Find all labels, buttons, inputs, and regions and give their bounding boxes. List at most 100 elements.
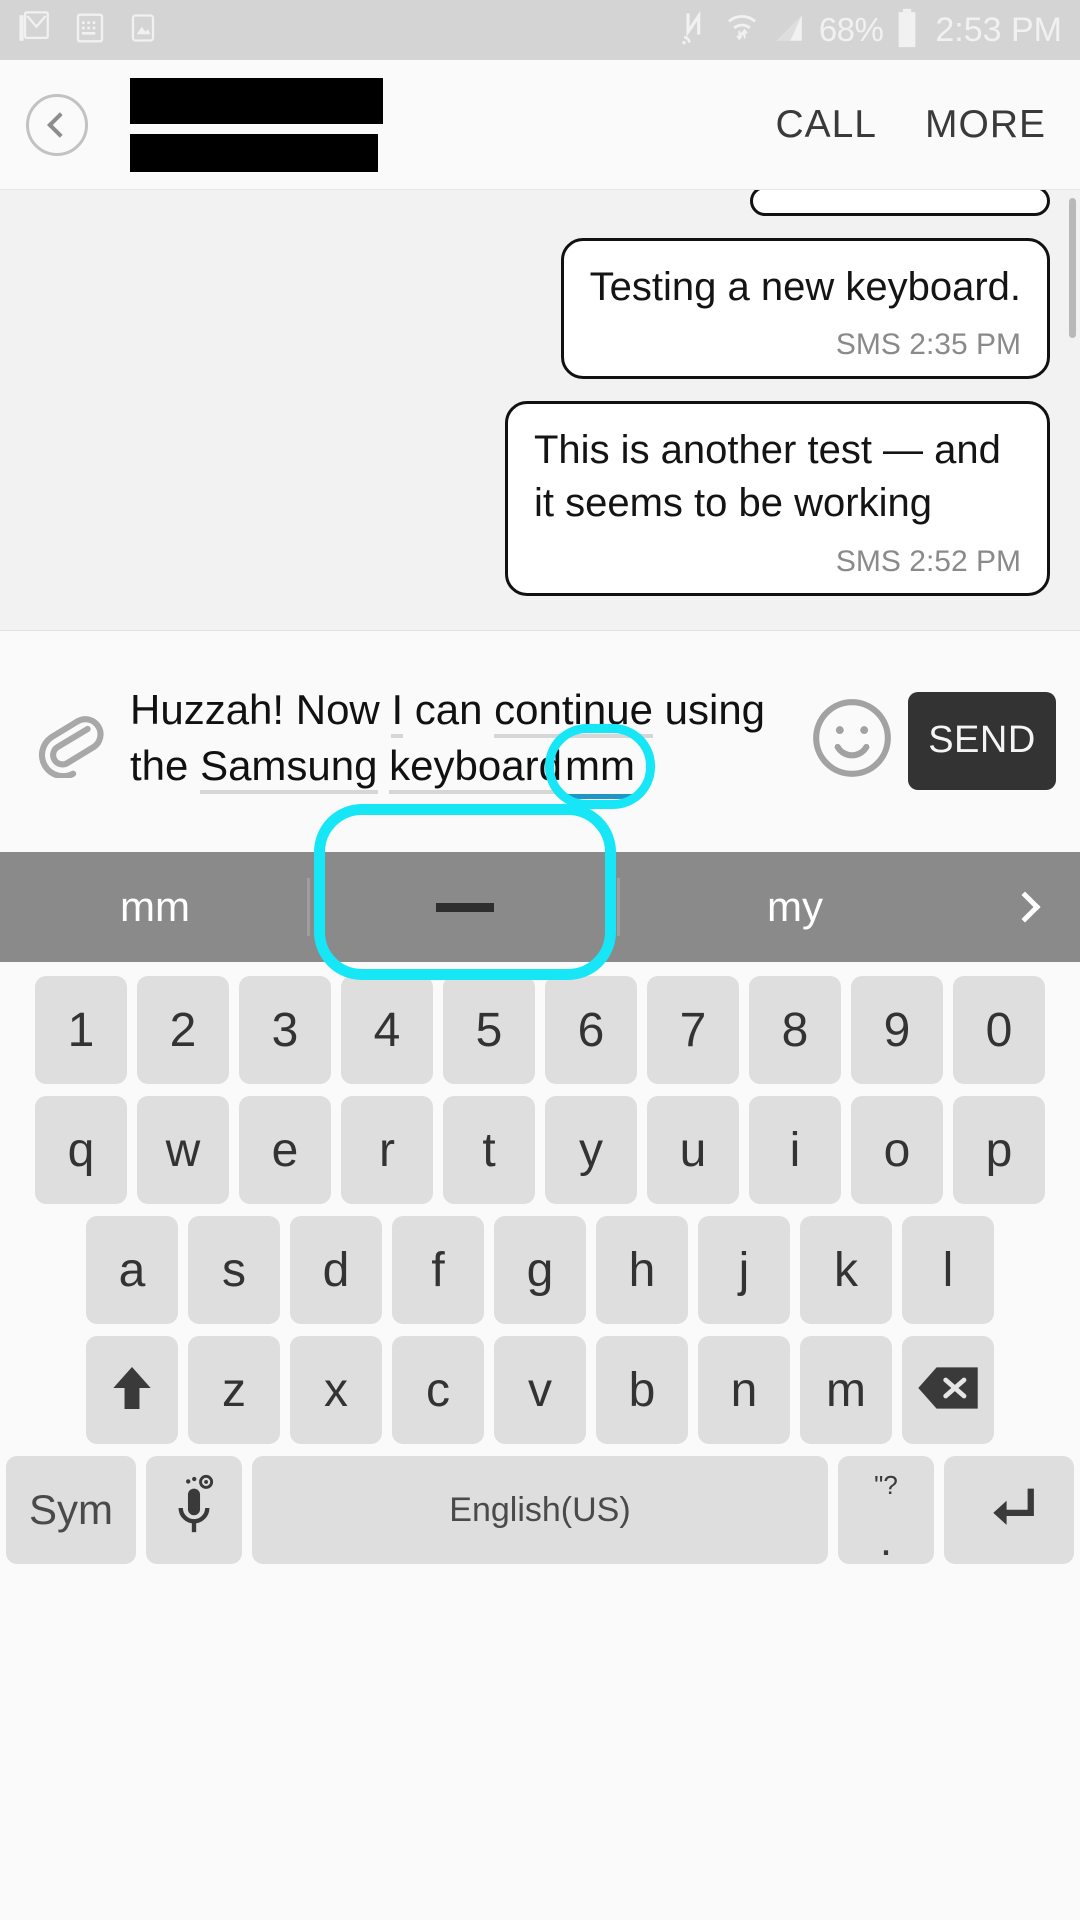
nfc-icon [680,9,712,52]
key-h[interactable]: h [596,1216,688,1324]
symbols-key-label: Sym [29,1486,113,1533]
key-label: e [271,1123,299,1177]
suggestion-emdash[interactable] [310,804,620,980]
keyboard-icon [74,11,106,50]
draft-underlined-word: keyboard [389,742,562,794]
attach-button[interactable] [24,698,114,783]
key-7[interactable]: 7 [647,976,739,1084]
key-n[interactable]: n [698,1336,790,1444]
key-j[interactable]: j [698,1216,790,1324]
cellular-signal-icon [772,10,806,51]
key-g[interactable]: g [494,1216,586,1324]
more-button[interactable]: MORE [925,103,1046,147]
key-u[interactable]: u [647,1096,739,1204]
message-row: This is another test — and it seems to b… [30,401,1050,596]
keyboard-row-function: Sym English(US) "? . [6,1456,1074,1564]
key-label: a [118,1243,146,1297]
key-label: s [222,1243,246,1297]
key-l[interactable]: l [902,1216,994,1324]
key-c[interactable]: c [392,1336,484,1444]
punctuation-key[interactable]: "? . [838,1456,934,1564]
suggestion-label: my [767,883,823,930]
key-label: m [826,1363,866,1417]
key-d[interactable]: d [290,1216,382,1324]
call-button[interactable]: CALL [775,103,877,147]
suggestions-expand-button[interactable] [970,852,1080,962]
message-bubble-partial[interactable] [750,190,1050,216]
key-6[interactable]: 6 [545,976,637,1084]
message-list[interactable]: Testing a new keyboard. SMS 2:35 PM This… [0,190,1080,630]
punctuation-secondary-label: "? [874,1470,898,1500]
chevron-right-icon [1009,891,1041,923]
key-label: b [628,1363,656,1417]
key-s[interactable]: s [188,1216,280,1324]
key-4[interactable]: 4 [341,976,433,1084]
suggestion-my[interactable]: my [620,852,970,962]
backspace-key[interactable] [902,1336,994,1444]
keyboard-suggestion-bar: mm my [0,804,1080,980]
key-label: v [528,1363,552,1417]
wifi-icon [725,9,759,52]
message-list-scrollbar[interactable] [1069,190,1078,630]
message-timestamp: SMS 2:52 PM [835,544,1021,578]
message-bubble[interactable]: Testing a new keyboard. SMS 2:35 PM [560,238,1050,380]
key-k[interactable]: k [800,1216,892,1324]
key-5[interactable]: 5 [443,976,535,1084]
key-w[interactable]: w [137,1096,229,1204]
key-label: k [834,1243,858,1297]
symbols-key[interactable]: Sym [6,1456,136,1564]
shift-key[interactable] [86,1336,178,1444]
voice-input-key[interactable] [146,1456,242,1564]
key-v[interactable]: v [494,1336,586,1444]
key-label: 3 [271,1003,299,1057]
keyboard-row-numbers: 1 2 3 4 5 6 7 8 9 0 [6,976,1074,1084]
message-bubble[interactable]: This is another test — and it seems to b… [505,401,1050,596]
key-3[interactable]: 3 [239,976,331,1084]
key-label: d [322,1243,350,1297]
key-o[interactable]: o [851,1096,943,1204]
message-input[interactable]: Huzzah! Now I can continue using the Sam… [114,682,796,809]
key-i[interactable]: i [749,1096,841,1204]
suggestion-emdash-glyph [436,902,494,912]
key-r[interactable]: r [341,1096,433,1204]
samsung-keyboard: 1 2 3 4 5 6 7 8 9 0 q w e r t y u i o p … [0,962,1080,1632]
key-z[interactable]: z [188,1336,280,1444]
key-a[interactable]: a [86,1216,178,1324]
key-0[interactable]: 0 [953,976,1045,1084]
key-label: l [942,1243,954,1297]
key-label: j [738,1243,750,1297]
key-q[interactable]: q [35,1096,127,1204]
enter-key[interactable] [944,1456,1074,1564]
key-label: 5 [475,1003,503,1057]
suggestion-mm[interactable]: mm [0,852,310,962]
key-b[interactable]: b [596,1336,688,1444]
key-label: 8 [781,1003,809,1057]
message-timestamp: SMS 2:35 PM [835,328,1021,362]
key-m[interactable]: m [800,1336,892,1444]
key-8[interactable]: 8 [749,976,841,1084]
key-t[interactable]: t [443,1096,535,1204]
key-2[interactable]: 2 [137,976,229,1084]
key-p[interactable]: p [953,1096,1045,1204]
key-x[interactable]: x [290,1336,382,1444]
key-y[interactable]: y [545,1096,637,1204]
emoji-button[interactable] [796,695,908,786]
battery-icon [896,8,918,53]
contact-info[interactable] [130,77,383,172]
key-label: x [324,1363,348,1417]
conversation-header: CALL MORE [0,60,1080,190]
draft-underlined-word: Samsung [200,742,378,794]
scrollbar-thumb[interactable] [1069,198,1076,338]
key-label: 9 [883,1003,911,1057]
key-9[interactable]: 9 [851,976,943,1084]
key-label: q [67,1123,95,1177]
enter-return-icon [979,1479,1039,1542]
send-button[interactable]: SEND [908,691,1056,790]
key-label: c [426,1363,450,1417]
key-1[interactable]: 1 [35,976,127,1084]
key-e[interactable]: e [239,1096,331,1204]
back-button[interactable] [26,93,88,156]
space-key[interactable]: English(US) [252,1456,828,1564]
key-f[interactable]: f [392,1216,484,1324]
key-label: i [789,1123,801,1177]
